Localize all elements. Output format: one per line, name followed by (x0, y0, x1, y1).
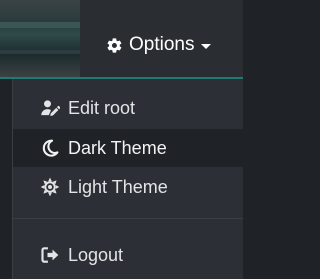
menu-item-edit-root[interactable]: Edit root (13, 89, 243, 127)
sun-icon (40, 177, 60, 197)
menu-item-dark-theme[interactable]: Dark Theme (13, 129, 243, 167)
menu-item-label: Edit root (68, 97, 136, 118)
background-bar (0, 22, 80, 28)
menu-item-logout[interactable]: Logout (13, 236, 243, 274)
menu-item-label: Dark Theme (68, 137, 167, 158)
options-dropdown-menu: Edit root Dark Theme Light Theme Logout (12, 79, 243, 279)
caret-down-icon (201, 44, 212, 49)
gear-icon (107, 37, 122, 53)
menu-divider (13, 218, 243, 219)
menu-item-label: Light Theme (68, 176, 168, 197)
user-edit-icon (40, 98, 60, 118)
menu-item-label: Logout (68, 244, 124, 265)
navbar: Options (80, 0, 243, 77)
sign-out-icon (40, 245, 60, 265)
moon-icon (40, 138, 60, 158)
page-background (0, 0, 80, 77)
options-dropdown-toggle[interactable]: Options (106, 32, 212, 58)
screen: Options Edit root Dark Theme Light Theme… (0, 0, 243, 279)
background-bar (0, 50, 80, 54)
menu-item-light-theme[interactable]: Light Theme (13, 168, 243, 206)
options-label: Options (129, 34, 195, 55)
